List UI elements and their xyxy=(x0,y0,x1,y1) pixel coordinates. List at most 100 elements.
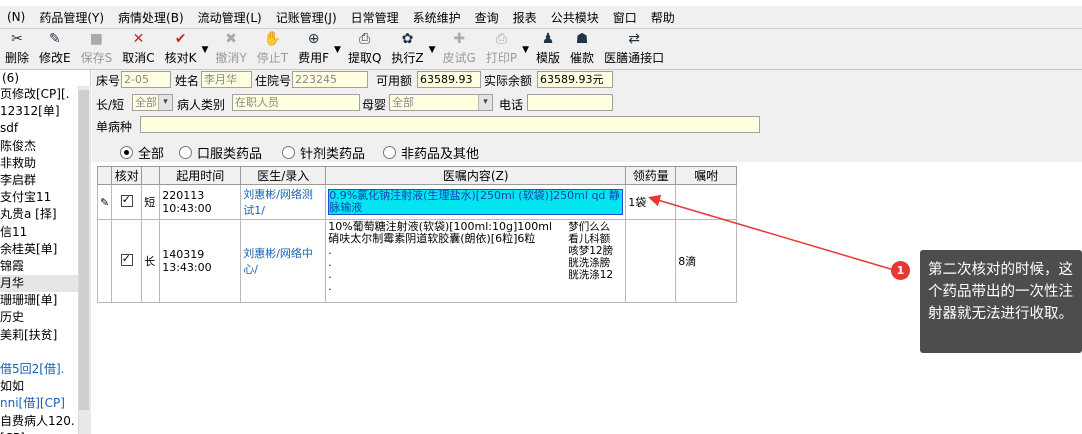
balance-field[interactable]: 63589.93元 xyxy=(537,71,613,88)
toolbar-button-label: 医膳通接口 xyxy=(604,51,665,65)
menu-item-11[interactable]: 帮助 xyxy=(644,9,682,26)
patient-list-item[interactable]: 非救助 xyxy=(0,155,90,172)
patient-list-item[interactable]: 月华 xyxy=(0,275,90,293)
toolbar-button-check[interactable]: ✔ 核对K xyxy=(160,29,202,69)
undo-icon: ✖ xyxy=(225,31,237,47)
patient-list-item[interactable]: 借5回2[借]. xyxy=(0,361,90,378)
menu-item-8[interactable]: 报表 xyxy=(506,9,544,26)
toolbar-button-remind-pay[interactable]: ☗ 催款 xyxy=(565,29,599,69)
menu-item-10[interactable]: 窗口 xyxy=(606,9,644,26)
menu-item-4[interactable]: 记账管理(J) xyxy=(269,9,344,26)
row-checkbox[interactable] xyxy=(120,193,133,207)
toolbar-button-extract[interactable]: ⎙ 提取Q xyxy=(343,29,386,69)
toolbar-button-interface[interactable]: ⇄ 医膳通接口 xyxy=(599,29,669,69)
patient-list-item[interactable]: 信11 xyxy=(0,224,90,241)
patient-list-item[interactable]: 陈俊杰 xyxy=(0,138,90,155)
toolbar-button-cancel[interactable]: ✕ 取消C xyxy=(117,29,159,69)
table-row[interactable]: ✎ 短220113 10:43:00刘惠彬/网络测试1/0.9%氯化钠注射液(生理… xyxy=(96,184,738,220)
dropdown-arrow-icon[interactable]: ▼ xyxy=(202,45,211,69)
toolbar-button-edit[interactable]: ✎ 修改E xyxy=(34,29,76,69)
save-icon: ■ xyxy=(89,31,104,47)
grid-header-cell[interactable]: 起用时间 xyxy=(159,166,242,185)
patient-list-item[interactable]: 锦霞 xyxy=(0,258,90,275)
table-row[interactable]: 长140319 13:43:00刘惠彬/网络中心/10%葡萄糖注射液(软袋)[1… xyxy=(96,219,738,303)
baby-select[interactable]: 全部 xyxy=(389,94,493,111)
dropdown-arrow-icon[interactable]: ▼ xyxy=(429,45,438,69)
patient-list-item[interactable]: 支付宝11 xyxy=(0,189,90,206)
filter-radio-2[interactable]: 针剂类药品 xyxy=(282,143,365,162)
row-start-time: 140319 13:43:00 xyxy=(159,219,242,303)
toolbar-button-save[interactable]: ■ 保存S xyxy=(76,29,118,69)
grid-header-cell[interactable]: 领药量 xyxy=(625,166,677,185)
grid-header-cell[interactable]: 医生/录入 xyxy=(240,166,327,185)
toolbar-button-print[interactable]: ⎙ 打印P xyxy=(481,29,522,69)
name-field[interactable]: 李月华 xyxy=(201,71,252,88)
grid-header-cell[interactable]: 核对 xyxy=(111,166,143,185)
filter-radio-0[interactable]: 全部 xyxy=(120,143,164,162)
bed-field[interactable]: 2-05 xyxy=(121,71,171,88)
toolbar-button-fee[interactable]: ⊕ 费用F xyxy=(293,29,334,69)
patient-list-item[interactable]: 珊珊珊[单] xyxy=(0,292,90,309)
grid-header-cell[interactable]: 嘱咐 xyxy=(675,166,738,185)
patient-type-field[interactable]: 在职人员 xyxy=(232,94,360,111)
disease-field[interactable] xyxy=(140,116,760,133)
toolbar-button-stop[interactable]: ✋ 停止T xyxy=(252,29,293,69)
menu-item-3[interactable]: 流动管理(L) xyxy=(191,9,269,26)
order-line: 硝呋太尔制霉素阴道软胶囊(朗依)[6粒]6粒 xyxy=(328,232,536,245)
patient-list-item[interactable]: 如如 xyxy=(0,378,90,395)
patient-type-label: 病人类别 xyxy=(177,98,226,112)
patient-list-item[interactable]: 12312[单] xyxy=(0,103,90,120)
patient-list-item[interactable]: 丸贵a [择] xyxy=(0,206,90,223)
toolbar-button-execute[interactable]: ✿ 执行Z xyxy=(386,29,428,69)
admission-field[interactable]: 223245 xyxy=(292,71,368,88)
menu-item-6[interactable]: 系统维护 xyxy=(406,9,468,26)
toolbar-button-label: 费用F xyxy=(298,51,330,65)
row-order-content[interactable]: 10%葡萄糖注射液(软袋)[100ml:10g]100ml 硝呋太尔制霉素阴道软胶… xyxy=(325,219,627,303)
admission-label: 住院号 xyxy=(255,74,292,88)
patient-list-item[interactable]: 余桂英[单] xyxy=(0,241,90,258)
toolbar-button-label: 催款 xyxy=(570,51,595,65)
toolbar-button-skin-test[interactable]: ✚ 皮试G xyxy=(438,29,481,69)
row-order-content[interactable]: 0.9%氯化钠注射液(生理盐水)[250ml (软袋)]250ml qd 静脉输… xyxy=(325,184,627,220)
patient-list-item[interactable]: 页修改[CP][. xyxy=(0,86,90,103)
patient-list-item[interactable]: sdf xyxy=(0,120,90,137)
term-label: 长/短 xyxy=(96,98,125,112)
menu-item-2[interactable]: 病情处理(B) xyxy=(111,9,191,26)
cancel-icon: ✕ xyxy=(132,31,145,47)
row-check-cell[interactable] xyxy=(111,219,143,303)
dropdown-arrow-icon[interactable]: ▼ xyxy=(334,45,343,69)
patient-list-item[interactable]: 自费病人120. xyxy=(0,413,90,430)
term-select[interactable]: 全部 xyxy=(132,94,173,111)
order-line: . xyxy=(328,244,332,257)
row-checkbox[interactable] xyxy=(120,252,133,266)
available-field[interactable]: 63589.93 xyxy=(417,71,481,88)
print-icon: ⎙ xyxy=(495,31,508,47)
dropdown-arrow-icon[interactable]: ▼ xyxy=(522,45,531,69)
toolbar-button-undo[interactable]: ✖ 撤消Y xyxy=(210,29,251,69)
toolbar-button-template[interactable]: ♟ 模版 xyxy=(531,29,565,69)
patient-list-item[interactable]: 历史 xyxy=(0,309,90,326)
patient-list-item[interactable]: 美莉[扶贫] xyxy=(0,327,90,344)
radio-dot-icon xyxy=(282,146,295,159)
patient-list-item[interactable] xyxy=(0,344,90,361)
toolbar-button-delete[interactable]: ✂ 删除 xyxy=(0,29,34,69)
patient-list-item[interactable]: [CP] xyxy=(0,430,90,434)
patient-list-scroll-thumb[interactable] xyxy=(79,90,89,410)
filter-radio-1[interactable]: 口服类药品 xyxy=(179,143,262,162)
filter-radio-3[interactable]: 非药品及其他 xyxy=(383,143,479,162)
row-check-cell[interactable] xyxy=(111,184,143,220)
menu-item-0[interactable]: (N) xyxy=(0,10,32,24)
patient-list-item[interactable]: nni[借][CP] xyxy=(0,395,90,412)
grid-header-cell[interactable] xyxy=(96,166,113,185)
grid-header-cell[interactable]: 医嘱内容(Z) xyxy=(325,166,627,185)
radio-dot-icon xyxy=(179,146,192,159)
menu-item-5[interactable]: 日常管理 xyxy=(344,9,406,26)
row-edit-marker xyxy=(96,219,113,303)
phone-field[interactable] xyxy=(527,94,613,111)
menu-item-9[interactable]: 公共模块 xyxy=(544,9,606,26)
patient-list-item[interactable]: 李启群 xyxy=(0,172,90,189)
filter-radio-label: 全部 xyxy=(138,147,165,162)
grid-header-cell[interactable] xyxy=(141,166,161,185)
menu-item-7[interactable]: 查询 xyxy=(468,9,506,26)
menu-item-1[interactable]: 药品管理(Y) xyxy=(32,9,111,26)
